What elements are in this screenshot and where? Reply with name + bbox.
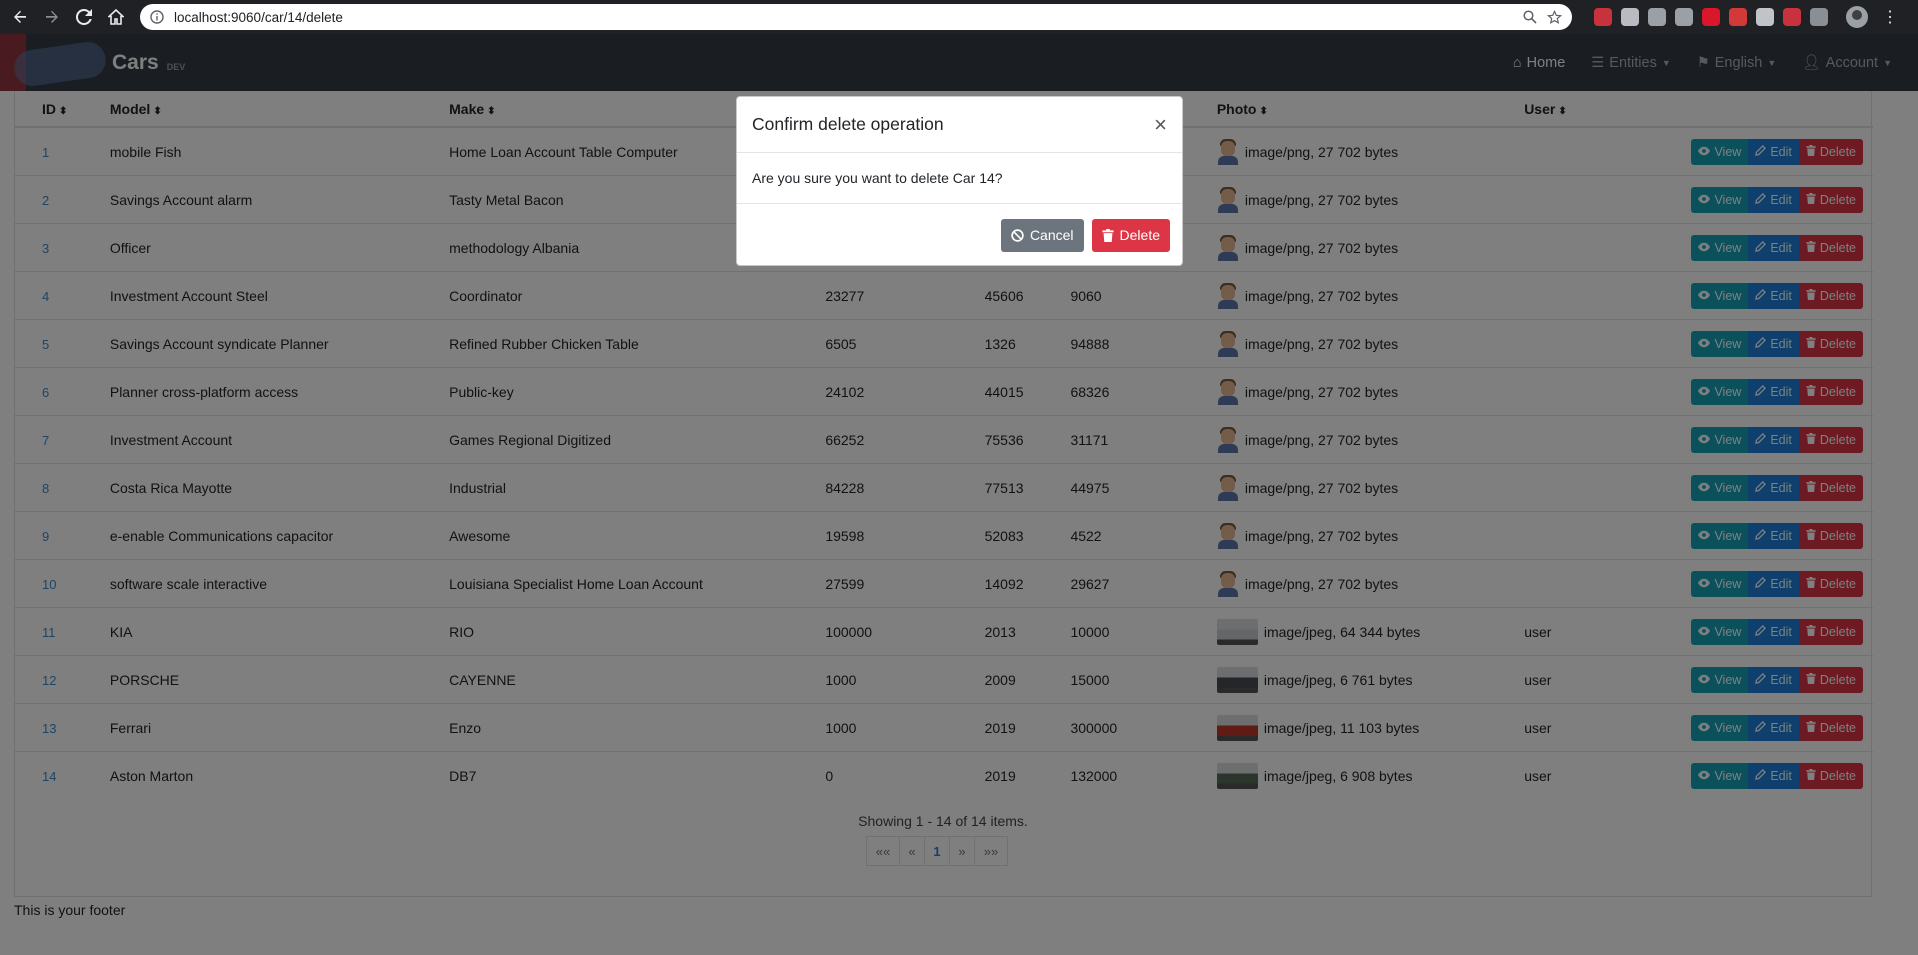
extension-9-icon[interactable] <box>1810 8 1828 26</box>
profile-avatar-icon[interactable] <box>1846 6 1868 28</box>
modal-message: Are you sure you want to delete Car 14? <box>737 153 1182 204</box>
confirm-delete-label: Delete <box>1119 227 1160 243</box>
browser-menu-icon[interactable]: ⋮ <box>1882 7 1898 27</box>
extension-8-icon[interactable] <box>1783 8 1801 26</box>
extension-3-icon[interactable] <box>1648 8 1666 26</box>
zoom-icon[interactable] <box>1523 10 1537 24</box>
url-text[interactable]: localhost:9060/car/14/delete <box>174 10 1513 25</box>
cancel-button[interactable]: Cancel <box>1000 218 1084 252</box>
extension-1-icon[interactable] <box>1594 8 1612 26</box>
extension-6-icon[interactable] <box>1729 8 1747 26</box>
home-browser-icon[interactable] <box>102 3 130 31</box>
modal-backdrop[interactable]: Confirm delete operation × Are you sure … <box>0 34 1918 955</box>
extension-4-icon[interactable] <box>1675 8 1693 26</box>
address-bar[interactable]: localhost:9060/car/14/delete <box>140 4 1572 30</box>
cancel-button-label: Cancel <box>1029 227 1074 243</box>
extension-icons <box>1594 8 1828 26</box>
back-icon[interactable] <box>6 3 34 31</box>
modal-header: Confirm delete operation × <box>737 97 1182 153</box>
browser-toolbar: localhost:9060/car/14/delete ⋮ <box>0 0 1918 34</box>
modal-title: Confirm delete operation <box>752 114 944 134</box>
bookmark-star-icon[interactable] <box>1547 9 1562 25</box>
trash-icon <box>1101 228 1114 242</box>
extension-2-icon[interactable] <box>1621 8 1639 26</box>
extension-5-icon[interactable] <box>1702 8 1720 26</box>
forward-icon[interactable] <box>38 3 66 31</box>
close-icon[interactable]: × <box>1154 113 1167 136</box>
ban-icon <box>1011 228 1024 242</box>
reload-icon[interactable] <box>70 3 98 31</box>
confirm-delete-dialog: Confirm delete operation × Are you sure … <box>736 96 1183 266</box>
site-info-icon[interactable] <box>150 10 164 24</box>
extension-7-icon[interactable] <box>1756 8 1774 26</box>
modal-footer: Cancel Delete <box>737 204 1182 266</box>
confirm-delete-button[interactable]: Delete <box>1091 218 1170 252</box>
